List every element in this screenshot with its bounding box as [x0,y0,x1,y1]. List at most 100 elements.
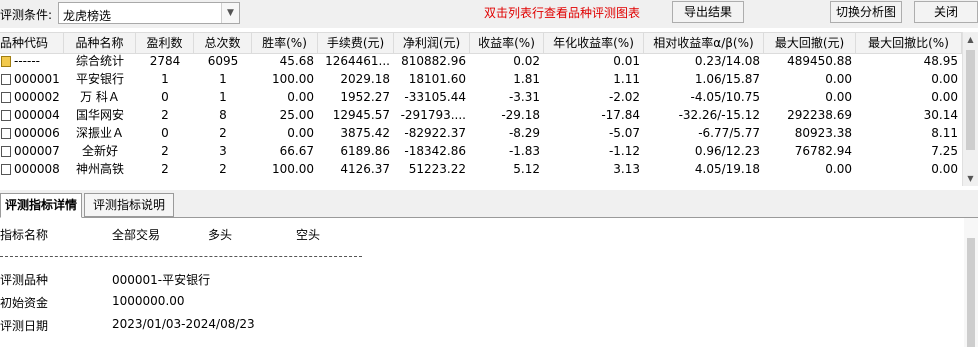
condition-select-value: 龙虎榜选 [63,9,112,23]
cell-relative-return: -32.26/-15.12 [678,108,760,122]
table-row[interactable]: ------ 综合统计 2784 6095 45.68 1264461... 8… [0,53,962,70]
detail-label: 评测品种 [0,273,49,287]
cell-total: 2 [219,126,227,140]
cell-max-drawdown: 0.00 [825,162,852,176]
cell-name: 综合统计 [75,54,124,68]
tab-metric-description[interactable]: 评测指标说明 [84,193,174,217]
close-button[interactable]: 关闭 [914,1,978,23]
cell-name: 万 科Ａ [80,90,120,104]
table-row[interactable]: 000001 平安银行 1 1 100.00 2029.18 18101.60 … [0,71,962,88]
detail-header-short: 空头 [296,228,321,242]
table-header: 品种代码 品种名称 盈利数 总次数 胜率(%) 手续费(元) 净利润(元) 收益… [0,32,962,54]
cell-annual-return: -5.07 [608,126,640,140]
results-table: 品种代码 品种名称 盈利数 总次数 胜率(%) 手续费(元) 净利润(元) 收益… [0,32,978,186]
cell-total: 1 [219,90,227,104]
cell-profit: -18342.86 [404,144,466,158]
document-icon [1,128,11,139]
scroll-down-icon[interactable]: ▼ [965,173,976,184]
cell-code: 000002 [14,90,60,104]
cell-return: 1.81 [513,72,540,86]
tab-metric-details[interactable]: 评测指标详情 [0,193,82,218]
column-header[interactable]: 年化收益率(%) [544,33,644,53]
cell-max-drawdown-ratio: 8.11 [931,126,958,140]
cell-profit: 18101.60 [408,72,466,86]
column-header[interactable]: 总次数 [194,33,252,53]
column-header[interactable]: 收益率(%) [470,33,544,53]
cell-winrate: 0.00 [287,90,314,104]
cell-relative-return: -4.05/10.75 [690,90,760,104]
cell-wins: 2 [161,108,169,122]
detail-scrollbar[interactable] [964,218,978,347]
cell-return: -1.83 [508,144,540,158]
cell-winrate: 0.00 [287,126,314,140]
cell-name: 平安银行 [75,72,124,86]
table-row[interactable]: 000007 全新好 2 3 66.67 6189.86 -18342.86 -… [0,143,962,160]
table-row[interactable]: 000006 深振业Ａ 0 2 0.00 3875.42 -82922.37 -… [0,125,962,142]
cell-return: -3.31 [508,90,540,104]
column-header[interactable]: 手续费(元) [318,33,394,53]
table-scrollbar[interactable]: ▲ ▼ [962,32,978,186]
table-row[interactable]: 000002 万 科Ａ 0 1 0.00 1952.27 -33105.44 -… [0,89,962,106]
document-icon [1,92,11,103]
column-header[interactable]: 最大回撤比(%) [856,33,962,53]
detail-value: 000001-平安银行 [112,273,211,287]
cell-relative-return: 0.23/14.08 [694,54,760,68]
cell-name: 全新好 [81,144,118,158]
detail-value: 2023/01/03-2024/08/23 [112,317,255,331]
cell-wins: 2784 [149,54,181,68]
cell-max-drawdown-ratio: 0.00 [931,162,958,176]
column-header[interactable]: 胜率(%) [252,33,318,53]
column-header[interactable]: 净利润(元) [394,33,470,53]
cell-annual-return: 1.11 [613,72,640,86]
cell-wins: 2 [161,144,169,158]
cell-return: 0.02 [513,54,540,68]
export-button[interactable]: 导出结果 [672,1,744,23]
column-header[interactable]: 品种名称 [64,33,136,53]
detail-label: 评测日期 [0,319,49,333]
cell-relative-return: 4.05/19.18 [694,162,760,176]
cell-return: 5.12 [513,162,540,176]
column-header[interactable]: 品种代码 [0,33,64,53]
toolbar: 评测条件: 龙虎榜选 ▼ 双击列表行查看品种评测图表 导出结果 切换分析图 关闭 [0,0,978,28]
cell-name: 深振业Ａ [75,126,124,140]
column-header[interactable]: 最大回撤(元) [764,33,856,53]
cell-profit: -33105.44 [404,90,466,104]
cell-winrate: 100.00 [272,72,314,86]
cell-wins: 2 [161,162,169,176]
cell-annual-return: -17.84 [601,108,640,122]
cell-max-drawdown-ratio: 48.95 [923,54,958,68]
cell-fee: 4126.37 [340,162,390,176]
document-icon [1,110,11,121]
cell-code: 000001 [14,72,60,86]
condition-label: 评测条件: [0,8,53,22]
cell-annual-return: 0.01 [613,54,640,68]
detail-tabbar: 评测指标详情 评测指标说明 [0,190,978,218]
cell-name: 国华网安 [75,108,124,122]
document-icon [1,164,11,175]
cell-max-drawdown: 80923.38 [794,126,852,140]
cell-relative-return: 1.06/15.87 [694,72,760,86]
cell-profit: -291793.... [400,108,466,122]
column-header[interactable]: 盈利数 [136,33,194,53]
cell-wins: 1 [161,72,169,86]
cell-annual-return: -1.12 [608,144,640,158]
detail-panel: 指标名称 全部交易 多头 空头 评测品种 000001-平安银行 初始资金 10… [0,218,978,347]
cell-relative-return: -6.77/5.77 [698,126,760,140]
scroll-up-icon[interactable]: ▲ [965,34,976,45]
column-header[interactable]: 相对收益率α/β(%) [644,33,764,53]
cell-max-drawdown-ratio: 30.14 [923,108,958,122]
table-row[interactable]: 000008 神州高铁 2 2 100.00 4126.37 51223.22 … [0,161,962,178]
table-row[interactable]: 000004 国华网安 2 8 25.00 12945.57 -291793..… [0,107,962,124]
scrollbar-thumb[interactable] [966,50,975,150]
cell-max-drawdown: 292238.69 [787,108,852,122]
chevron-down-icon[interactable]: ▼ [221,3,239,23]
cell-code: 000008 [14,162,60,176]
hint-text: 双击列表行查看品种评测图表 [484,6,641,20]
switch-chart-button[interactable]: 切换分析图 [830,1,902,23]
cell-max-drawdown: 489450.88 [787,54,852,68]
cell-fee: 1264461... [325,54,390,68]
condition-select[interactable]: 龙虎榜选 ▼ [58,2,240,24]
cell-fee: 1952.27 [340,90,390,104]
scrollbar-thumb[interactable] [967,238,975,347]
cell-annual-return: 3.13 [613,162,640,176]
